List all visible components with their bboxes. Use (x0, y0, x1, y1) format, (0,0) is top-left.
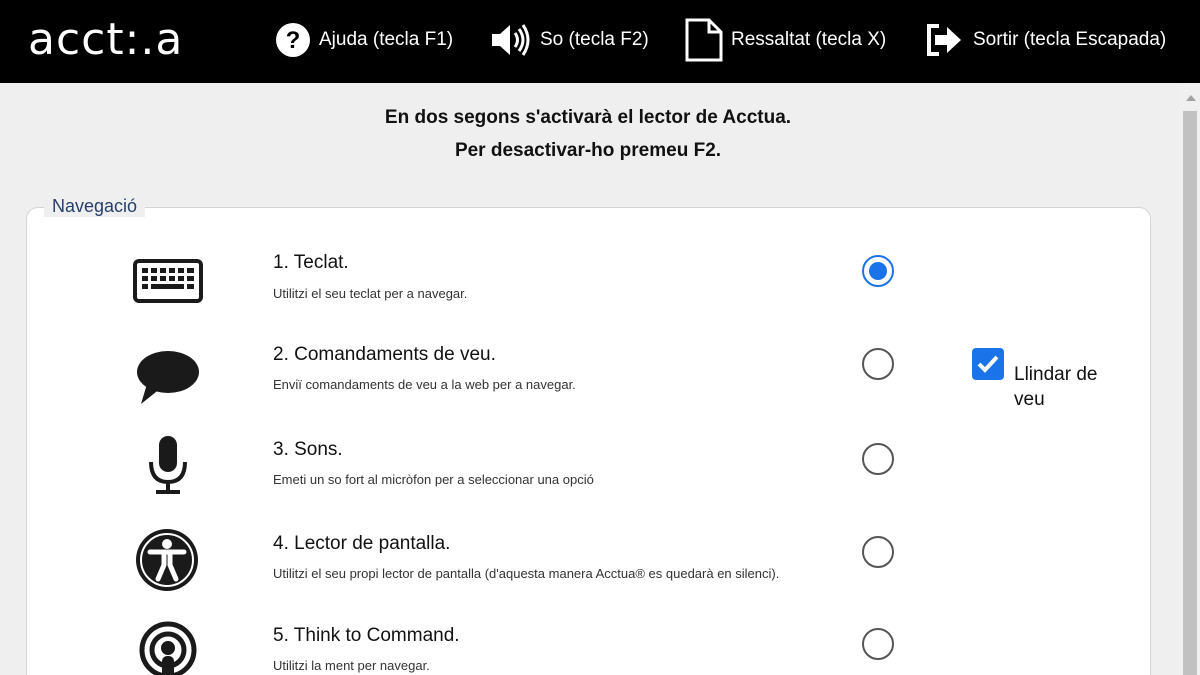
help-label: Ajuda (tecla F1) (319, 29, 454, 50)
notice-line-2: Per desactivar-ho premeu F2. (454, 140, 722, 161)
option-screen-reader-title: 4. Lector de pantalla. (273, 533, 451, 554)
sound-button[interactable]: So (tecla F2) (490, 20, 649, 60)
option-sounds-title: 3. Sons. (273, 439, 343, 460)
option-think-title: 5. Think to Command. (273, 625, 460, 646)
help-button[interactable]: ? Ajuda (tecla F1) (275, 20, 453, 60)
option-voice-description: Enviï comandaments de veu a la web per a… (273, 377, 576, 392)
vertical-scrollbar[interactable] (1180, 83, 1200, 675)
navigation-legend: Navegació (44, 196, 146, 217)
option-voice-radio[interactable] (862, 348, 894, 380)
voice-threshold-label: Llindar de veu (1014, 364, 1098, 410)
acctua-logo: acct:.a (28, 14, 184, 65)
option-think-radio[interactable] (862, 628, 894, 660)
option-screen-reader-description: Utilitzi el seu propi lector de pantalla… (273, 566, 780, 581)
option-keyboard-radio[interactable] (862, 255, 894, 287)
document-icon (685, 18, 723, 62)
checkmark-icon (977, 355, 999, 373)
speaker-icon (490, 22, 532, 58)
option-think-description: Utilitzi la ment per navegar. (273, 658, 430, 673)
accessibility-icon (134, 527, 200, 593)
speech-bubble-icon (135, 348, 201, 406)
podcast-icon (138, 620, 198, 675)
option-screen-reader-radio[interactable] (862, 536, 894, 568)
scroll-up-arrow-icon[interactable] (1186, 95, 1196, 101)
option-voice-title: 2. Comandaments de veu. (273, 344, 496, 365)
highlight-button[interactable]: Ressaltat (tecla X) (685, 18, 887, 62)
option-sounds-description: Emeti un so fort al micròfon per a selec… (273, 472, 594, 487)
option-keyboard-description: Utilitzi el seu teclat per a navegar. (273, 286, 468, 301)
notice-line-1: En dos segons s'activarà el lector de Ac… (384, 107, 792, 128)
microphone-icon (147, 434, 189, 496)
svg-text:?: ? (286, 27, 301, 54)
voice-threshold-checkbox[interactable] (972, 348, 1004, 380)
highlight-label: Ressaltat (tecla X) (731, 29, 887, 50)
scroll-thumb[interactable] (1183, 111, 1197, 675)
sound-label: So (tecla F2) (540, 29, 649, 50)
top-bar: acct:.a ? Ajuda (tecla F1) So (tecla F2)… (0, 0, 1200, 83)
exit-icon (925, 22, 965, 58)
help-icon: ? (275, 22, 311, 58)
keyboard-icon (133, 258, 203, 304)
exit-label: Sortir (tecla Escapada) (973, 29, 1167, 50)
exit-button[interactable]: Sortir (tecla Escapada) (925, 20, 1166, 60)
option-sounds-radio[interactable] (862, 443, 894, 475)
option-keyboard-title: 1. Teclat. (273, 252, 349, 273)
